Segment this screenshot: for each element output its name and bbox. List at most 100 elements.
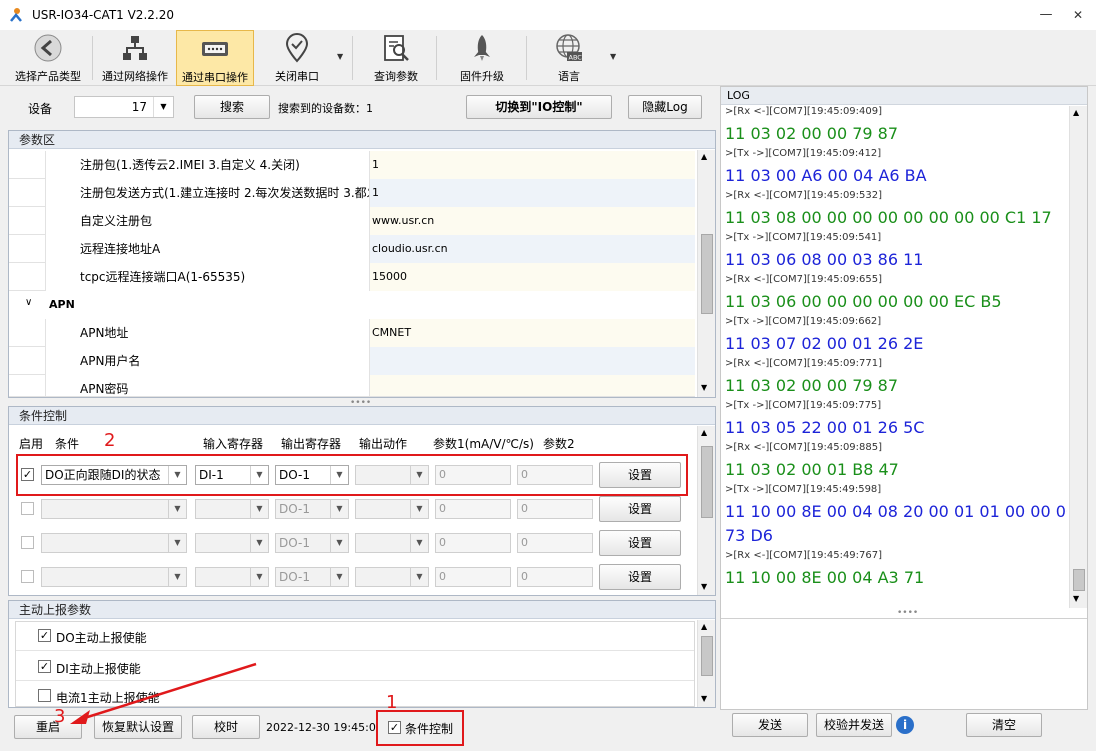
param-row[interactable]: tcpc远程连接端口A(1-65535) 15000: [9, 263, 695, 291]
chevron-down-icon: ▼: [250, 534, 268, 552]
condition-enable-checkbox[interactable]: [21, 502, 34, 515]
condition-set-button[interactable]: 设置: [599, 496, 681, 522]
output-action-select[interactable]: ▼: [355, 533, 429, 553]
condition-scrollbar[interactable]: ▲ ▼: [697, 426, 715, 595]
param-row[interactable]: APN地址 CMNET: [9, 319, 695, 347]
output-register-select[interactable]: DO-1 ▼: [275, 499, 349, 519]
apn-group-row[interactable]: ∨ APN: [9, 291, 695, 319]
param-row[interactable]: 注册包(1.透传云2.IMEI 3.自定义 4.关闭) 1: [9, 151, 695, 179]
datetime-display: 2022-12-30 19:45:06 5: [266, 721, 378, 734]
splitter-grip[interactable]: ••••: [897, 608, 918, 618]
scroll-down-icon[interactable]: ▼: [701, 694, 707, 703]
param2-input[interactable]: 0: [517, 533, 593, 553]
log-scrollbar[interactable]: ▲ ▼: [1069, 106, 1087, 608]
current1-report-checkbox[interactable]: [38, 689, 51, 702]
condition-select[interactable]: ▼: [41, 499, 187, 519]
param-row[interactable]: APN密码: [9, 375, 695, 397]
param-row[interactable]: 注册包发送方式(1.建立连接时 2.每次发送数据时 3.都发 1: [9, 179, 695, 207]
condition-enable-checkbox[interactable]: [21, 570, 34, 583]
toolbar-query-params[interactable]: 查询参数: [360, 30, 432, 86]
scroll-up-icon[interactable]: ▲: [701, 428, 707, 437]
log-data-line: 11 10 00 8E 00 04 08 20 00 01 01 00 00 0…: [725, 502, 1067, 521]
minimize-button[interactable]: —: [1030, 0, 1062, 30]
log-panel: LOG >[Rx <-][COM7][19:45:09:409] 11 03 02…: [720, 86, 1088, 710]
log-meta-line: >[Rx <-][COM7][19:45:09:409]: [725, 106, 883, 117]
device-label: 设备: [28, 102, 53, 116]
switch-io-control-button[interactable]: 切换到"IO控制": [466, 95, 612, 119]
output-action-select[interactable]: ▼: [355, 567, 429, 587]
scroll-down-icon[interactable]: ▼: [701, 383, 707, 392]
param1-input[interactable]: 0: [435, 567, 511, 587]
scroll-thumb[interactable]: [701, 636, 713, 676]
do-report-label: DO主动上报使能: [56, 631, 147, 645]
scroll-thumb[interactable]: [701, 234, 713, 314]
log-data-line: 11 03 00 A6 00 04 A6 BA: [725, 166, 927, 185]
language-dropdown-icon[interactable]: ▼: [610, 52, 616, 61]
condition-select[interactable]: ▼: [41, 567, 187, 587]
input-register-select[interactable]: ▼: [195, 567, 269, 587]
scroll-up-icon[interactable]: ▲: [701, 622, 707, 631]
output-action-select[interactable]: ▼: [355, 499, 429, 519]
scroll-thumb[interactable]: [701, 446, 713, 518]
log-data-line: 11 03 02 00 01 B8 47: [725, 460, 899, 479]
highlight-box-condition-row: [16, 454, 688, 496]
verify-send-button[interactable]: 校验并发送: [816, 713, 892, 737]
device-select[interactable]: 17 ▼: [74, 96, 174, 118]
log-content: >[Rx <-][COM7][19:45:09:409] 11 03 02 00 …: [721, 106, 1067, 608]
toolbar-network-operate[interactable]: 通过网络操作: [96, 30, 174, 86]
di-report-checkbox[interactable]: ✓: [38, 660, 51, 673]
chevron-down-icon: ▼: [410, 534, 428, 552]
scroll-thumb[interactable]: [1073, 569, 1085, 591]
condition-enable-checkbox[interactable]: [21, 536, 34, 549]
close-button[interactable]: ✕: [1062, 0, 1094, 30]
param1-input[interactable]: 0: [435, 499, 511, 519]
chevron-collapse-icon[interactable]: ∨: [25, 297, 32, 308]
scroll-down-icon[interactable]: ▼: [1073, 594, 1079, 603]
log-meta-line: >[Tx ->][COM7][19:45:09:412]: [725, 148, 882, 159]
globe-abc-icon: ABC: [556, 34, 582, 62]
params-scrollbar[interactable]: ▲ ▼: [697, 150, 715, 397]
log-send-input[interactable]: [721, 618, 1087, 708]
output-register-select[interactable]: DO-1 ▼: [275, 567, 349, 587]
scroll-down-icon[interactable]: ▼: [701, 582, 707, 591]
param1-input[interactable]: 0: [435, 533, 511, 553]
output-register-select[interactable]: DO-1 ▼: [275, 533, 349, 553]
col-param2: 参数2: [543, 437, 575, 451]
report-header: 主动上报参数: [9, 601, 715, 619]
hide-log-button[interactable]: 隐藏Log: [628, 95, 702, 119]
log-meta-line: >[Tx ->][COM7][19:45:49:598]: [725, 484, 882, 495]
found-devices-count: 搜索到的设备数：1: [278, 102, 373, 115]
toolbar-serial-operate[interactable]: 通过串口操作: [176, 30, 254, 86]
clear-log-button[interactable]: 清空: [966, 713, 1042, 737]
toolbar-language[interactable]: ABC 语言: [532, 30, 606, 86]
chevron-down-icon: ▼: [168, 534, 186, 552]
info-icon[interactable]: i: [896, 716, 914, 734]
log-data-line: 11 03 06 08 00 03 86 11: [725, 250, 924, 269]
condition-set-button[interactable]: 设置: [599, 564, 681, 590]
condition-select[interactable]: ▼: [41, 533, 187, 553]
serial-port-icon: [202, 42, 228, 56]
toolbar-firmware-upgrade[interactable]: 固件升级: [442, 30, 522, 86]
toolbar-close-serial[interactable]: 关闭串口: [258, 30, 336, 86]
toolbar-select-product[interactable]: 选择产品类型: [8, 30, 88, 86]
condition-set-button[interactable]: 设置: [599, 530, 681, 556]
param2-input[interactable]: 0: [517, 567, 593, 587]
do-report-checkbox[interactable]: ✓: [38, 629, 51, 642]
param2-input[interactable]: 0: [517, 499, 593, 519]
report-scrollbar[interactable]: ▲ ▼: [697, 620, 715, 707]
param-row[interactable]: APN用户名: [9, 347, 695, 375]
search-button[interactable]: 搜索: [194, 95, 270, 119]
scroll-up-icon[interactable]: ▲: [701, 152, 707, 161]
param-row[interactable]: 远程连接地址A cloudio.usr.cn: [9, 235, 695, 263]
input-register-select[interactable]: ▼: [195, 533, 269, 553]
chevron-down-icon: ▼: [168, 568, 186, 586]
log-meta-line: >[Tx ->][COM7][19:45:09:775]: [725, 400, 882, 411]
scroll-up-icon[interactable]: ▲: [1073, 108, 1079, 117]
param-row[interactable]: 自定义注册包 www.usr.cn: [9, 207, 695, 235]
col-input-register: 输入寄存器: [203, 437, 264, 451]
send-button[interactable]: 发送: [732, 713, 808, 737]
input-register-select[interactable]: ▼: [195, 499, 269, 519]
close-serial-dropdown-icon[interactable]: ▼: [337, 52, 343, 61]
log-data-line: 11 03 06 00 00 00 00 00 00 EC B5: [725, 292, 1002, 311]
chevron-down-icon: ▼: [250, 568, 268, 586]
